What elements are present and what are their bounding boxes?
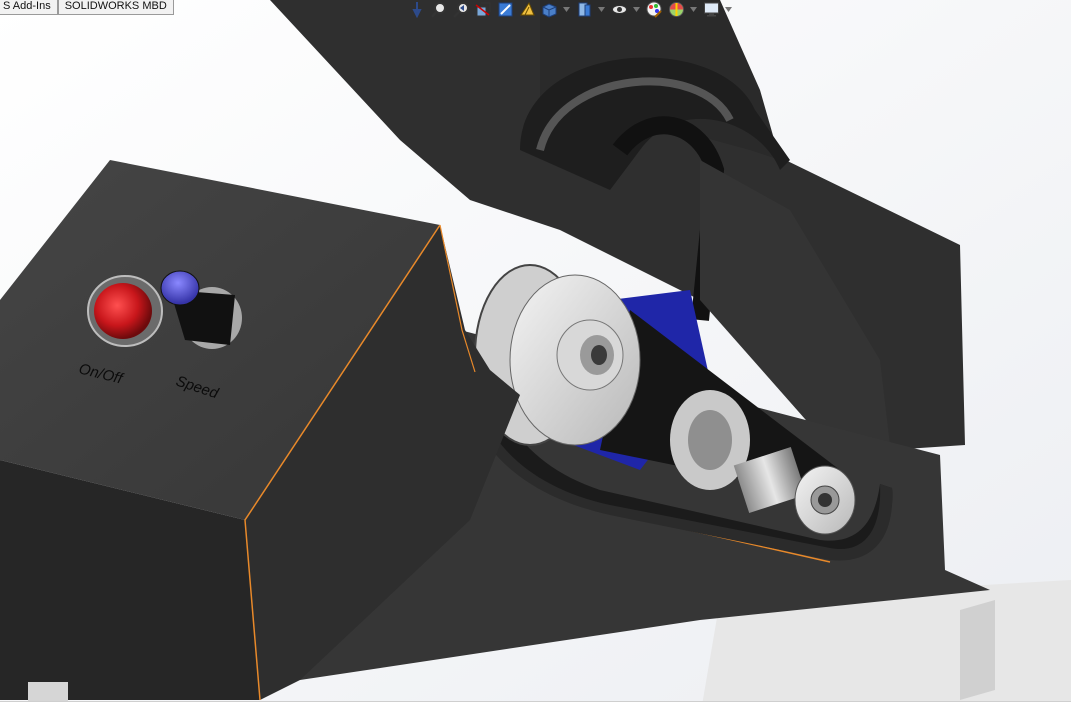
edit-appearance-button[interactable] bbox=[645, 1, 664, 19]
display-style-dropdown[interactable] bbox=[562, 1, 570, 19]
graphics-area[interactable]: On/Off Speed S Add-Ins SOLIDWORKS MBD bbox=[0, 0, 1071, 717]
base-plate-step bbox=[960, 600, 995, 700]
view-orientation-icon bbox=[520, 1, 535, 16]
display-style-button[interactable] bbox=[540, 1, 559, 19]
edit-appearance-icon bbox=[646, 1, 662, 18]
zoom-to-fit-button[interactable] bbox=[408, 1, 427, 19]
chevron-down-icon bbox=[632, 7, 640, 12]
eye-icon bbox=[612, 5, 627, 14]
tab-solidworks-mbd[interactable]: SOLIDWORKS MBD bbox=[57, 0, 174, 15]
view-settings-button[interactable] bbox=[702, 1, 721, 19]
chevron-down-icon bbox=[597, 7, 605, 12]
apply-scene-dropdown[interactable] bbox=[689, 1, 697, 19]
command-manager-tabs: S Add-Ins SOLIDWORKS MBD bbox=[0, 0, 174, 15]
chevron-down-icon bbox=[724, 7, 732, 12]
chevron-down-icon bbox=[562, 7, 570, 12]
large-pulley-bore bbox=[591, 345, 607, 365]
view-eye-dropdown[interactable] bbox=[632, 1, 640, 19]
small-pulley-bore bbox=[818, 493, 832, 507]
hide-show-items-icon bbox=[578, 2, 591, 17]
previous-view-button[interactable] bbox=[452, 1, 471, 19]
model-viewport[interactable]: On/Off Speed bbox=[0, 0, 1071, 717]
section-view-icon bbox=[475, 2, 491, 17]
view-settings-dropdown[interactable] bbox=[724, 1, 732, 19]
zoom-to-area-button[interactable] bbox=[430, 1, 449, 19]
dynamic-annotation-icon bbox=[498, 2, 513, 17]
view-settings-icon bbox=[704, 2, 719, 17]
tab-addins[interactable]: S Add-Ins bbox=[0, 0, 58, 15]
dynamic-annotation-button[interactable] bbox=[496, 1, 515, 19]
section-view-button[interactable] bbox=[474, 1, 493, 19]
chevron-down-icon bbox=[689, 7, 697, 12]
hide-show-dropdown[interactable] bbox=[597, 1, 605, 19]
view-orientation-button[interactable] bbox=[518, 1, 537, 19]
view-eye-button[interactable] bbox=[610, 1, 629, 19]
speed-knob-cap[interactable] bbox=[160, 270, 200, 306]
apply-scene-button[interactable] bbox=[667, 1, 686, 19]
zoom-to-fit-icon bbox=[412, 2, 422, 18]
heads-up-view-toolbar bbox=[408, 0, 737, 19]
power-switch[interactable] bbox=[94, 283, 152, 339]
hide-show-items-button[interactable] bbox=[575, 1, 594, 19]
display-style-icon bbox=[542, 3, 557, 18]
drum-cylinder-face bbox=[688, 410, 732, 470]
bottom-strip bbox=[0, 701, 1071, 717]
apply-scene-icon bbox=[669, 2, 684, 17]
control-box-foot bbox=[28, 682, 68, 702]
zoom-to-area-icon bbox=[431, 2, 446, 18]
previous-view-icon bbox=[453, 2, 469, 18]
